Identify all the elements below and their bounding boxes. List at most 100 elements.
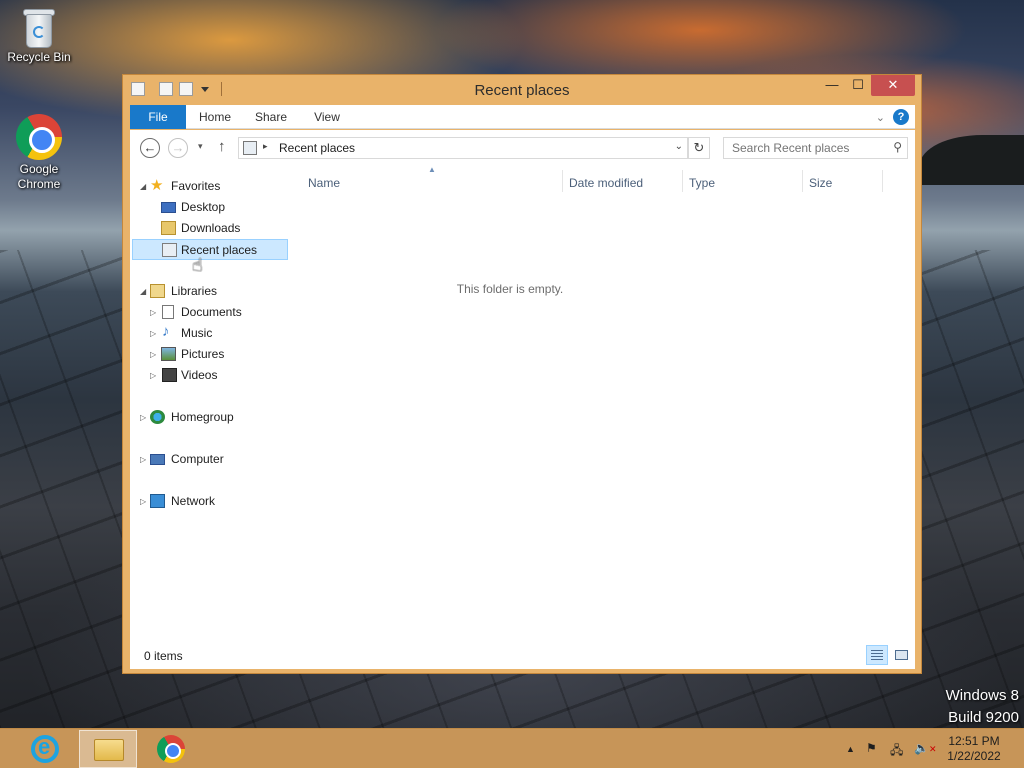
column-name[interactable]: Name xyxy=(308,176,340,190)
nav-network[interactable]: ▷ Network xyxy=(130,491,288,512)
column-divider[interactable] xyxy=(802,170,803,192)
status-bar: 0 items xyxy=(130,640,915,669)
up-button[interactable]: ↑ xyxy=(218,138,226,155)
nav-label: Documents xyxy=(181,305,242,319)
search-input[interactable] xyxy=(724,138,884,158)
expanded-icon[interactable]: ◢ xyxy=(140,281,146,302)
breadcrumb-chevron-icon[interactable]: ▸ xyxy=(263,141,268,152)
nav-desktop[interactable]: Desktop xyxy=(130,197,288,218)
clock[interactable]: 12:51 PM 1/22/2022 xyxy=(944,734,1004,764)
forward-button[interactable]: → xyxy=(168,138,188,158)
nav-music[interactable]: ▷ ♪ Music xyxy=(130,323,288,344)
column-date-modified[interactable]: Date modified xyxy=(569,176,643,190)
music-icon: ♪ xyxy=(162,323,170,340)
speaker-icon: 🔈 xyxy=(914,741,929,755)
downloads-icon xyxy=(161,221,176,235)
tab-view[interactable]: View xyxy=(304,105,350,129)
back-button[interactable]: ← xyxy=(140,138,160,158)
computer-icon xyxy=(150,454,165,465)
collapsed-icon[interactable]: ▷ xyxy=(140,449,146,470)
nav-documents[interactable]: ▷ Documents xyxy=(130,302,288,323)
hand-pointer-cursor: ☝ xyxy=(192,255,203,275)
show-hidden-icons-button[interactable]: ▲ xyxy=(846,744,855,754)
clock-time: 12:51 PM xyxy=(948,734,1000,748)
nav-label: Downloads xyxy=(181,221,241,235)
address-history-dropdown[interactable]: ⌄ xyxy=(675,141,683,152)
collapsed-icon[interactable]: ▷ xyxy=(140,407,146,428)
nav-homegroup[interactable]: ▷ Homegroup xyxy=(130,407,288,428)
volume-muted-icon[interactable]: 🔈✕ xyxy=(914,741,937,755)
recent-places-icon xyxy=(243,141,257,155)
column-divider[interactable] xyxy=(562,170,563,192)
breadcrumb[interactable]: Recent places xyxy=(279,141,355,155)
column-type[interactable]: Type xyxy=(689,176,715,190)
file-explorer-icon xyxy=(94,739,124,761)
maximize-button[interactable]: ☐ xyxy=(845,75,871,96)
network-icon xyxy=(150,494,165,508)
collapsed-icon[interactable]: ▷ xyxy=(150,365,156,386)
empty-folder-message: This folder is empty. xyxy=(456,282,564,296)
explorer-window: Recent places — ☐ ✕ File Home Share View… xyxy=(122,74,922,674)
tab-home[interactable]: Home xyxy=(192,105,238,129)
collapsed-icon[interactable]: ▷ xyxy=(150,302,156,323)
network-tray-icon[interactable]: 🖧 xyxy=(890,741,903,762)
refresh-button[interactable]: ↻ xyxy=(688,137,710,159)
details-view-icon xyxy=(871,650,883,660)
expand-ribbon-icon[interactable]: ⌄ xyxy=(876,111,885,124)
nav-label: Music xyxy=(181,326,213,340)
tab-share[interactable]: Share xyxy=(248,105,294,129)
taskbar-internet-explorer[interactable] xyxy=(16,730,74,768)
nav-computer[interactable]: ▷ Computer xyxy=(130,449,288,470)
address-bar-row: ← → ▾ ↑ ▸ Recent places ⌄ ↻ ⚲ xyxy=(130,130,915,164)
recent-places-icon xyxy=(162,243,177,257)
search-box[interactable]: ⚲ xyxy=(723,137,908,159)
minimize-button[interactable]: — xyxy=(819,75,845,96)
expanded-icon[interactable]: ◢ xyxy=(140,176,146,197)
close-button[interactable]: ✕ xyxy=(871,75,915,96)
action-center-flag-icon[interactable]: ⚑ xyxy=(866,741,877,755)
column-headers: ▲ Name Date modified Type Size xyxy=(300,164,915,192)
large-icons-view-button[interactable] xyxy=(890,645,912,665)
nav-label: Libraries xyxy=(171,284,218,298)
os-watermark: Windows 8 Build 9200 xyxy=(946,685,1019,729)
collapsed-icon[interactable]: ▷ xyxy=(140,491,146,512)
address-field[interactable]: ▸ Recent places ⌄ xyxy=(238,137,688,159)
column-size[interactable]: Size xyxy=(809,176,832,190)
recent-locations-dropdown[interactable]: ▾ xyxy=(198,141,203,152)
nav-videos[interactable]: ▷ Videos xyxy=(130,365,288,386)
chrome-icon xyxy=(157,735,185,763)
column-divider[interactable] xyxy=(882,170,883,192)
desktop-icon-google-chrome[interactable]: Google Chrome xyxy=(0,114,78,192)
help-icon[interactable]: ? xyxy=(893,109,909,125)
wallpaper-headland xyxy=(920,135,1024,185)
nav-label: Homegroup xyxy=(171,410,234,424)
internet-explorer-icon xyxy=(31,734,59,763)
content-area: ◢ ★ Favorites Desktop Downloads Recent p… xyxy=(130,164,915,640)
title-bar[interactable]: Recent places — ☐ ✕ xyxy=(123,75,921,105)
item-count: 0 items xyxy=(144,649,183,663)
taskbar-chrome[interactable] xyxy=(142,730,200,768)
column-divider[interactable] xyxy=(682,170,683,192)
nav-label: Computer xyxy=(171,452,224,466)
nav-recent-places[interactable]: Recent places xyxy=(132,239,288,260)
collapsed-icon[interactable]: ▷ xyxy=(150,344,156,365)
nav-libraries[interactable]: ◢ Libraries xyxy=(130,281,288,302)
window-title: Recent places xyxy=(474,82,570,99)
nav-label: Pictures xyxy=(181,347,225,361)
tab-file[interactable]: File xyxy=(130,105,186,129)
nav-favorites[interactable]: ◢ ★ Favorites xyxy=(130,176,288,197)
sort-ascending-icon: ▲ xyxy=(428,165,436,174)
nav-pictures[interactable]: ▷ Pictures xyxy=(130,344,288,365)
libraries-icon xyxy=(150,284,165,298)
nav-downloads[interactable]: Downloads xyxy=(130,218,288,239)
videos-icon xyxy=(162,368,177,382)
details-view-button[interactable] xyxy=(866,645,888,665)
nav-label: Network xyxy=(171,494,216,508)
taskbar-file-explorer[interactable] xyxy=(79,730,137,768)
desktop-icon-recycle-bin[interactable]: Recycle Bin xyxy=(0,6,78,65)
recycle-bin-icon xyxy=(22,6,56,48)
navigation-pane: ◢ ★ Favorites Desktop Downloads Recent p… xyxy=(130,164,295,640)
desktop-icon xyxy=(161,202,176,213)
collapsed-icon[interactable]: ▷ xyxy=(150,323,156,344)
desktop-icon-label: Recycle Bin xyxy=(7,50,71,64)
